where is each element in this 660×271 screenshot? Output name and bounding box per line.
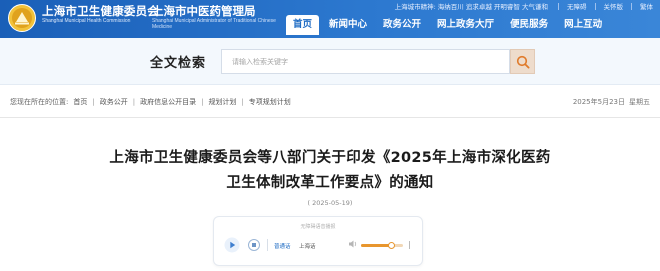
breadcrumb-separator-icon: | (132, 98, 136, 106)
breadcrumb-separator-icon: | (201, 98, 204, 106)
article-title-line1: 上海市卫生健康委员会等八部门关于印发《2025年上海市深化医药 (109, 150, 551, 166)
volume-slider-handle[interactable] (387, 242, 395, 249)
volume-icon[interactable] (348, 239, 358, 249)
nav-public-services[interactable]: 便民服务 (504, 15, 554, 35)
stop-button[interactable] (248, 239, 260, 251)
org-name-en: Shanghai Municipal Health Commission (42, 18, 131, 24)
volume-slider[interactable] (361, 242, 403, 249)
volume-max-icon (407, 241, 410, 249)
play-icon[interactable] (224, 237, 240, 253)
search-button[interactable] (510, 49, 535, 74)
voice-broadcast-player: 无障碍语音播报 普通话 上海话 (213, 216, 423, 266)
breadcrumb-separator-icon: | (241, 98, 244, 106)
breadcrumb-home[interactable]: 首页 (73, 97, 87, 107)
nav-online-interaction[interactable]: 网上互动 (558, 15, 608, 35)
player-title: 无障碍语音播报 (300, 224, 336, 230)
main-nav: 首页 新闻中心 政务公开 网上政务大厅 便民服务 网上互动 (286, 15, 612, 35)
traditional-chinese-link[interactable]: 繁体 (640, 1, 653, 11)
care-mode-link[interactable]: 关怀版 (604, 1, 624, 11)
org-name: 上海市卫生健康委员会 (42, 4, 159, 18)
breadcrumb-bar: 您现在所在的位置: 首页 | 政务公开 | 政府信息公开目录 | 规划计划 | … (0, 85, 660, 118)
breadcrumb-label: 您现在所在的位置: (10, 98, 69, 106)
publish-date: ( 2025-05-19) (307, 199, 353, 207)
city-spirit-text: 海纳百川 追求卓越 开明睿智 大气谦和 (437, 3, 548, 11)
breadcrumb-separator-icon: | (92, 98, 95, 106)
divider (594, 2, 596, 10)
org-name2-en: Shanghai Municipal Administrator of Trad… (152, 18, 276, 30)
breadcrumb-info-catalog[interactable]: 政府信息公开目录 (140, 97, 196, 107)
breadcrumb-planning[interactable]: 规划计划 (208, 97, 236, 107)
site-header: 上海市卫生健康委员会 Shanghai Municipal Health Com… (0, 0, 660, 38)
divider (267, 239, 268, 251)
nav-government-affairs[interactable]: 政务公开 (377, 15, 427, 35)
nav-online-service-hall[interactable]: 网上政务大厅 (431, 15, 500, 35)
org-name2: 上海市中医药管理局 (152, 4, 256, 18)
search-band: 全文检索 (0, 38, 660, 85)
current-date-text: 2025年5月23日 (572, 98, 625, 106)
volume-slider-fill (361, 244, 392, 247)
voice-shanghainese-button[interactable]: 上海话 (299, 242, 316, 250)
nav-home[interactable]: 首页 (286, 15, 320, 35)
search-title: 全文检索 (150, 56, 207, 71)
breadcrumb-special-planning[interactable]: 专项规划计划 (249, 97, 291, 107)
search-icon (516, 55, 530, 69)
city-spirit: 上海城市精神: 海纳百川 追求卓越 开明睿智 大气谦和 (395, 1, 550, 11)
breadcrumb-government-affairs[interactable]: 政务公开 (100, 97, 128, 107)
divider (631, 2, 632, 10)
current-weekday: 星期五 (629, 98, 650, 106)
emblem-logo-icon[interactable] (7, 3, 37, 33)
breadcrumb: 您现在所在的位置: 首页 | 政务公开 | 政府信息公开目录 | 规划计划 | … (10, 97, 291, 107)
utility-bar: 上海城市精神: 海纳百川 追求卓越 开明睿智 大气谦和 无障碍 关怀版 繁体 (395, 1, 653, 11)
org-name-block[interactable]: 上海市卫生健康委员会 Shanghai Municipal Health Com… (42, 4, 159, 25)
search-input[interactable] (221, 49, 510, 74)
voice-mandarin-button[interactable]: 普通话 (274, 242, 291, 250)
current-date: 2025年5月23日 星期五 (573, 97, 650, 107)
nav-news-center[interactable]: 新闻中心 (323, 15, 373, 35)
accessibility-link[interactable]: 无障碍 (567, 1, 587, 11)
city-spirit-label: 上海城市精神: (394, 3, 436, 11)
divider (558, 2, 559, 10)
article-title-line2: 卫生体制改革工作要点》的通知 (226, 175, 434, 191)
org-name2-block[interactable]: 上海市中医药管理局 Shanghai Municipal Administrat… (152, 4, 292, 30)
stop-icon (252, 243, 256, 247)
